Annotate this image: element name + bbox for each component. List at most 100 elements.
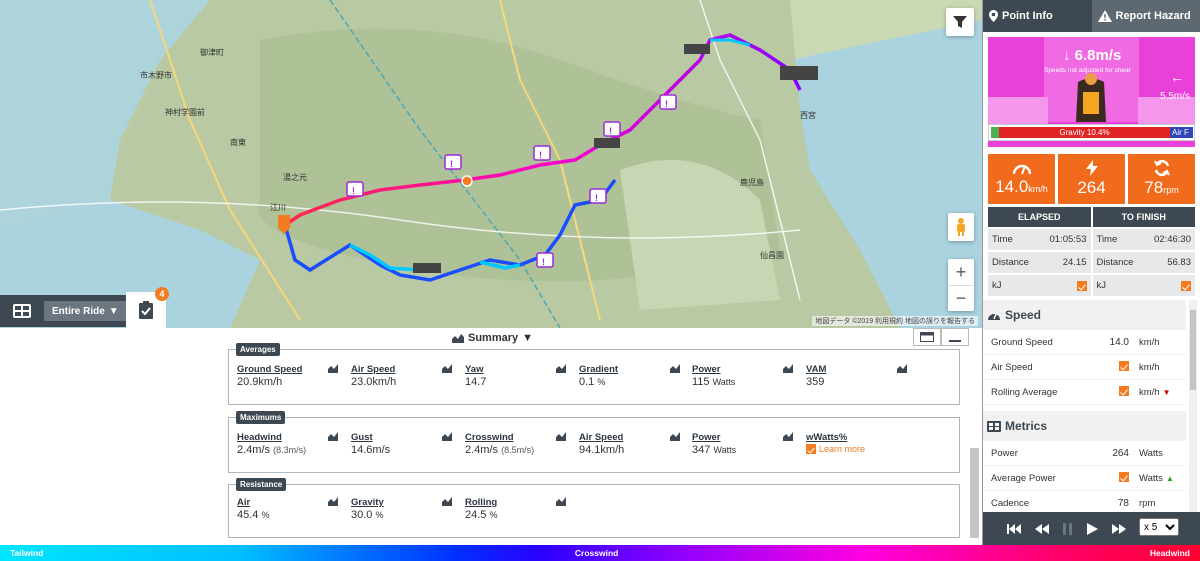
cadence-unit: rpm [1163, 185, 1179, 195]
scroll-thumb[interactable] [1190, 310, 1196, 390]
metric-label[interactable]: Gradient [579, 364, 684, 375]
metric-label[interactable]: Headwind [237, 432, 342, 443]
chart-icon[interactable] [670, 432, 680, 441]
zoom-out-button[interactable]: − [948, 285, 974, 311]
svg-text:仙昌園: 仙昌園 [760, 250, 784, 260]
minimize-button[interactable] [941, 328, 969, 346]
summary-scrollbar[interactable] [970, 448, 979, 538]
chart-icon[interactable] [556, 364, 566, 373]
row-unit: rpm [1139, 497, 1156, 509]
to-finish-header: TO FINISH [1092, 207, 1195, 227]
metric-value: 0.1 [579, 376, 595, 388]
minimize-icon [949, 340, 961, 342]
cadence-icon [1153, 160, 1170, 176]
metric-label[interactable]: Rolling [465, 497, 570, 508]
metric-value: 2.4m/s [237, 444, 271, 456]
chart-icon[interactable] [783, 364, 793, 373]
chart-icon[interactable] [556, 497, 566, 506]
pause-icon[interactable] [1063, 522, 1073, 535]
metric-gradient: Gradient 0.1 % [579, 364, 684, 388]
playback-controls: x 5 [983, 512, 1200, 545]
metric-yaw: Yaw 14.7 [465, 364, 570, 388]
row-unit: km/h [1139, 386, 1160, 398]
play-icon[interactable] [1087, 522, 1098, 535]
row-label: Time [1096, 234, 1118, 245]
metric-unit: % [489, 510, 498, 520]
metric-label[interactable]: VAM [806, 364, 911, 375]
map-pin-icon [989, 10, 998, 22]
metric-label[interactable]: Air Speed [351, 364, 456, 375]
metric-label[interactable]: Power [692, 432, 797, 443]
svg-text:南東: 南東 [230, 137, 246, 147]
summary-toggle[interactable]: Summary ▼ [452, 332, 533, 344]
details-scrollbar[interactable] [1189, 300, 1197, 512]
live-stats: 14.0km/h 264 78rpm [988, 154, 1195, 204]
metric-label[interactable]: Power [692, 364, 797, 375]
metric-label[interactable]: Air [237, 497, 342, 508]
cadence-row: Cadence 78 rpm [983, 491, 1186, 512]
metric-ground-speed: Ground Speed 20.9km/h [237, 364, 342, 388]
metric-value: 24.5 [465, 509, 487, 521]
metric-label[interactable]: Yaw [465, 364, 570, 375]
skip-start-icon[interactable] [1007, 523, 1021, 534]
attribution-text: 地図データ ©2019 [815, 318, 874, 325]
warning-icon [1097, 10, 1112, 22]
rolling-average-row: Rolling Average km/h ▼ [983, 380, 1186, 405]
premium-icon[interactable] [1119, 471, 1129, 482]
speed-value: 14.0 [995, 177, 1029, 196]
speedometer-icon [988, 313, 1000, 320]
rewind-icon[interactable] [1035, 523, 1049, 534]
chart-icon[interactable] [442, 497, 452, 506]
table-icon [987, 420, 1001, 432]
metric-max-air-speed: Air Speed 94.1km/h [579, 432, 684, 456]
layout-button[interactable] [0, 295, 44, 327]
metric-label[interactable]: Gravity [351, 497, 456, 508]
chart-icon[interactable] [670, 364, 680, 373]
range-label: Entire Ride [52, 305, 105, 317]
tab-report-hazard[interactable]: Report Hazard [1091, 0, 1200, 32]
metric-sub: (8.3m/s) [273, 445, 307, 455]
metric-label[interactable]: Crosswind [465, 432, 570, 443]
premium-icon[interactable] [1119, 360, 1129, 371]
filter-button[interactable] [946, 8, 974, 36]
panel-view-button[interactable] [913, 328, 941, 346]
svg-text:!: ! [609, 126, 612, 136]
filter-icon [953, 16, 967, 28]
metric-label[interactable]: Gust [351, 432, 456, 443]
street-view-button[interactable] [948, 213, 974, 241]
playback-speed-select[interactable]: x 5 [1139, 518, 1179, 536]
zoom-in-button[interactable]: + [948, 259, 974, 285]
metric-label[interactable]: Ground Speed [237, 364, 342, 375]
average-power-row: Average Power Watts ▲ [983, 466, 1186, 491]
metric-value: 94.1km/h [579, 444, 625, 456]
row-label: Distance [992, 257, 1029, 268]
metric-label[interactable]: wWatts% [806, 432, 911, 443]
metric-value: 45.4 [237, 509, 259, 521]
chart-icon[interactable] [442, 432, 452, 441]
metric-unit: Watts [712, 377, 736, 387]
chart-icon[interactable] [556, 432, 566, 441]
chart-icon[interactable] [328, 364, 338, 373]
premium-icon[interactable] [1119, 385, 1129, 396]
speedometer-icon [1012, 164, 1031, 175]
row-label: Power [991, 447, 1018, 459]
power-stat: 264 [1058, 154, 1125, 204]
metric-label[interactable]: Air Speed [579, 432, 684, 443]
svg-text:!: ! [665, 99, 668, 109]
report-error-link[interactable]: 地図の誤りを報告する [905, 318, 975, 325]
tab-point-info[interactable]: Point Info [983, 0, 1092, 32]
svg-text:御津町: 御津町 [200, 47, 224, 57]
premium-icon[interactable] [1181, 280, 1191, 291]
route-map[interactable]: !!! !!!! 御津町 市木野市 神村学園前 南東 湯之元 江川 鹿児島 仙昌… [0, 0, 982, 328]
terms-link[interactable]: 利用規約 [875, 318, 903, 325]
range-select[interactable]: Entire Ride ▼ [44, 301, 127, 321]
learn-more-link[interactable]: Learn more [806, 444, 911, 454]
row-label: Ground Speed [991, 336, 1053, 348]
chart-icon[interactable] [328, 432, 338, 441]
chart-icon[interactable] [442, 364, 452, 373]
premium-icon[interactable] [1076, 280, 1087, 291]
chart-icon[interactable] [328, 497, 338, 506]
fast-forward-icon[interactable] [1112, 523, 1126, 534]
chart-icon[interactable] [897, 364, 907, 373]
chart-icon[interactable] [783, 432, 793, 441]
